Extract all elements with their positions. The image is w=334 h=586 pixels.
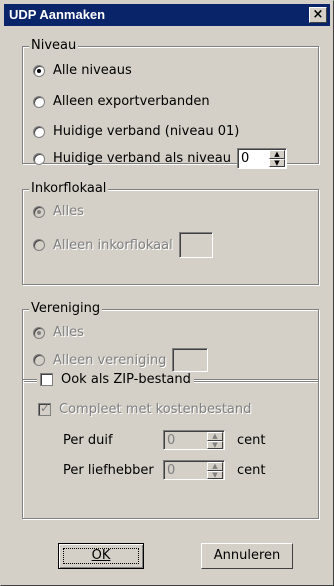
radio-huidige-verband-als-niveau[interactable]: Huidige verband als niveau 0 ▲ ▼ bbox=[33, 148, 287, 169]
per-duif-spinner[interactable]: ▲ ▼ bbox=[207, 432, 223, 449]
radio-label: Alleen exportverbanden bbox=[53, 94, 210, 109]
radio-icon[interactable] bbox=[33, 64, 45, 77]
per-liefhebber-value: 0 bbox=[167, 463, 176, 478]
checkbox-icon[interactable] bbox=[38, 401, 51, 416]
spin-up-icon[interactable]: ▲ bbox=[207, 432, 223, 441]
radio-label: Alles bbox=[53, 204, 84, 219]
niveau-group: Niveau Alle niveaus Alleen exportverband… bbox=[22, 38, 319, 169]
radio-alleen-vereniging[interactable]: Alleen vereniging bbox=[33, 348, 209, 372]
radio-alleen-exportverbanden[interactable]: Alleen exportverbanden bbox=[33, 94, 210, 109]
radio-icon[interactable] bbox=[33, 239, 45, 251]
zip-checkbox[interactable]: Ook als ZIP-bestand bbox=[37, 372, 194, 387]
per-duif-unit: cent bbox=[237, 432, 266, 448]
per-duif-stepper[interactable]: 0 ▲ ▼ bbox=[163, 430, 225, 450]
radio-label: Huidige verband als niveau bbox=[53, 151, 231, 166]
per-duif-row: Per duif 0 ▲ ▼ cent bbox=[63, 430, 265, 450]
radio-label: Alles bbox=[53, 325, 84, 340]
radio-alle-niveaus[interactable]: Alle niveaus bbox=[33, 63, 132, 78]
vereniging-legend: Vereniging bbox=[29, 301, 103, 317]
zip-label: Ook als ZIP-bestand bbox=[61, 372, 191, 387]
radio-icon[interactable] bbox=[33, 152, 45, 165]
radio-icon[interactable] bbox=[33, 354, 45, 366]
spin-up-icon[interactable]: ▲ bbox=[207, 462, 223, 471]
zip-group: Ook als ZIP-bestand Compleet met kostenb… bbox=[22, 372, 319, 519]
radio-label: Alle niveaus bbox=[53, 63, 132, 78]
compleet-checkbox[interactable]: Compleet met kostenbestand bbox=[38, 401, 252, 417]
compleet-label: Compleet met kostenbestand bbox=[59, 402, 252, 417]
inkorflokaal-group: Inkorflokaal Alles Alleen inkorflokaal bbox=[22, 181, 319, 285]
level-value: 0 bbox=[240, 151, 250, 166]
focus-rect bbox=[63, 548, 139, 564]
radio-huidige-verband[interactable]: Huidige verband (niveau 01) bbox=[33, 124, 239, 139]
level-spinner[interactable]: ▲ ▼ bbox=[268, 150, 285, 167]
window-title: UDP Aanmaken bbox=[9, 7, 106, 22]
spin-up-icon[interactable]: ▲ bbox=[268, 150, 285, 159]
niveau-legend: Niveau bbox=[29, 38, 79, 54]
dialog-window: UDP Aanmaken × Niveau Alle niveaus Allee… bbox=[0, 0, 334, 586]
per-duif-value: 0 bbox=[167, 433, 176, 448]
ok-button[interactable]: OK bbox=[58, 543, 144, 569]
title-bar[interactable]: UDP Aanmaken × bbox=[4, 4, 330, 26]
vereniging-input[interactable] bbox=[172, 348, 209, 372]
per-liefhebber-row: Per liefhebber 0 ▲ ▼ cent bbox=[63, 460, 265, 480]
radio-vereniging-alles[interactable]: Alles bbox=[33, 325, 84, 340]
radio-alleen-inkorflokaal[interactable]: Alleen inkorflokaal bbox=[33, 232, 213, 258]
per-liefhebber-label: Per liefhebber bbox=[63, 462, 154, 478]
per-liefhebber-stepper[interactable]: 0 ▲ ▼ bbox=[163, 460, 225, 480]
inkorflokaal-input[interactable] bbox=[178, 232, 213, 258]
radio-label: Huidige verband (niveau 01) bbox=[53, 124, 240, 139]
checkbox-icon[interactable] bbox=[40, 373, 53, 386]
spin-down-icon[interactable]: ▼ bbox=[207, 470, 223, 479]
radio-inkorflokaal-alles[interactable]: Alles bbox=[33, 204, 84, 219]
radio-label: Alleen inkorflokaal bbox=[53, 237, 173, 253]
spin-down-icon[interactable]: ▼ bbox=[207, 440, 223, 449]
level-stepper[interactable]: 0 ▲ ▼ bbox=[236, 148, 287, 169]
inkorflokaal-legend: Inkorflokaal bbox=[29, 181, 109, 197]
per-liefhebber-spinner[interactable]: ▲ ▼ bbox=[207, 462, 223, 479]
close-button[interactable]: × bbox=[309, 7, 327, 23]
cancel-button[interactable]: Annuleren bbox=[201, 543, 293, 569]
spin-down-icon[interactable]: ▼ bbox=[268, 158, 285, 167]
radio-icon[interactable] bbox=[33, 95, 45, 108]
per-duif-label: Per duif bbox=[63, 432, 113, 448]
radio-icon[interactable] bbox=[33, 125, 45, 138]
radio-label: Alleen vereniging bbox=[53, 352, 167, 368]
radio-icon[interactable] bbox=[33, 205, 45, 218]
radio-icon[interactable] bbox=[33, 326, 45, 339]
per-liefhebber-unit: cent bbox=[237, 462, 266, 478]
cancel-label: Annuleren bbox=[213, 548, 281, 563]
